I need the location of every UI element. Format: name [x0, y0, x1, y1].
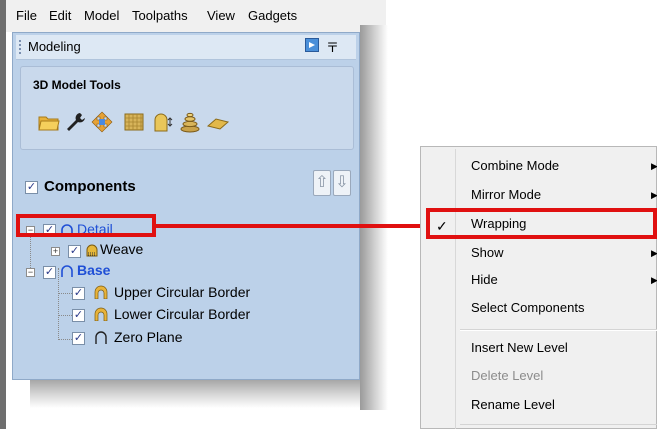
model-sculpt-icon[interactable] [152, 110, 176, 134]
tree-item-weave[interactable]: Weave [100, 241, 143, 257]
menu-gadgets[interactable]: Gadgets [248, 8, 297, 23]
arch-solid-icon [94, 307, 108, 321]
expander-base[interactable]: − [26, 268, 35, 277]
arch-solid-icon [94, 285, 108, 299]
menu-toolpaths[interactable]: Toolpaths [132, 8, 188, 23]
menu-separator [460, 424, 657, 425]
expander-weave[interactable]: + [51, 247, 60, 256]
menu-insert-new-level[interactable]: Insert New Level [471, 340, 568, 355]
panel-shadow-bottom [30, 378, 360, 408]
panel-shadow-right [360, 25, 388, 410]
tree-guide [58, 339, 72, 340]
menu-combine-mode[interactable]: Combine Mode [471, 158, 559, 173]
wrench-icon[interactable] [64, 110, 88, 134]
open-folder-icon[interactable] [37, 110, 61, 134]
panel-autohide-icon[interactable] [305, 38, 319, 52]
menu-view[interactable]: View [207, 8, 235, 23]
move-up-button[interactable]: ⇧ [313, 170, 331, 196]
submenu-arrow-icon: ▶ [651, 248, 657, 258]
tree-item-upper-circular-border[interactable]: Upper Circular Border [114, 284, 250, 300]
arch-outline-icon [61, 265, 73, 277]
menu-model[interactable]: Model [84, 8, 119, 23]
highlight-connector [156, 224, 428, 228]
checkbox-zero-plane[interactable]: ✓ [72, 332, 85, 345]
tree-item-base[interactable]: Base [77, 262, 110, 278]
highlight-box-wrapping [426, 208, 657, 239]
pin-icon[interactable]: 〒 [326, 37, 339, 56]
menu-hide[interactable]: Hide [471, 272, 498, 287]
arch-texture-icon [86, 244, 98, 257]
components-label: Components [44, 178, 136, 195]
texture-grid-icon[interactable] [122, 110, 146, 134]
menu-show[interactable]: Show [471, 245, 504, 260]
window-edge [0, 0, 6, 429]
tree-guide [58, 268, 59, 340]
flat-plane-icon[interactable] [206, 110, 230, 134]
menu-edit[interactable]: Edit [49, 8, 71, 23]
tree-item-zero-plane[interactable]: Zero Plane [114, 329, 182, 345]
stack-layers-icon[interactable] [178, 110, 202, 134]
components-checkbox[interactable]: ✓ [25, 181, 38, 194]
checkbox-weave[interactable]: ✓ [68, 245, 81, 258]
menu-separator-highlight [460, 330, 657, 331]
menu-delete-level: Delete Level [471, 368, 544, 383]
panel-grip[interactable] [19, 40, 23, 54]
submenu-arrow-icon: ▶ [651, 161, 657, 171]
menu-file[interactable]: File [16, 8, 37, 23]
section-title: 3D Model Tools [33, 78, 121, 92]
arch-line-icon [95, 331, 107, 344]
checkbox-upper-circular-border[interactable]: ✓ [72, 287, 85, 300]
move-arrows-icon[interactable] [90, 110, 114, 134]
menu-bar: File Edit Model Toolpaths View Gadgets [6, 0, 386, 32]
submenu-arrow-icon: ▶ [651, 275, 657, 285]
menu-rename-level[interactable]: Rename Level [471, 397, 555, 412]
tree-guide [58, 315, 72, 316]
panel-title: Modeling [28, 39, 81, 54]
menu-mirror-mode[interactable]: Mirror Mode [471, 187, 541, 202]
submenu-arrow-icon: ▶ [651, 190, 657, 200]
highlight-box-detail [16, 214, 156, 237]
tree-guide [58, 293, 72, 294]
menu-select-components[interactable]: Select Components [471, 300, 584, 315]
context-menu-gutter [455, 149, 456, 429]
tree-item-lower-circular-border[interactable]: Lower Circular Border [114, 306, 250, 322]
checkbox-base[interactable]: ✓ [43, 266, 56, 279]
move-down-button[interactable]: ⇩ [333, 170, 351, 196]
checkbox-lower-circular-border[interactable]: ✓ [72, 309, 85, 322]
